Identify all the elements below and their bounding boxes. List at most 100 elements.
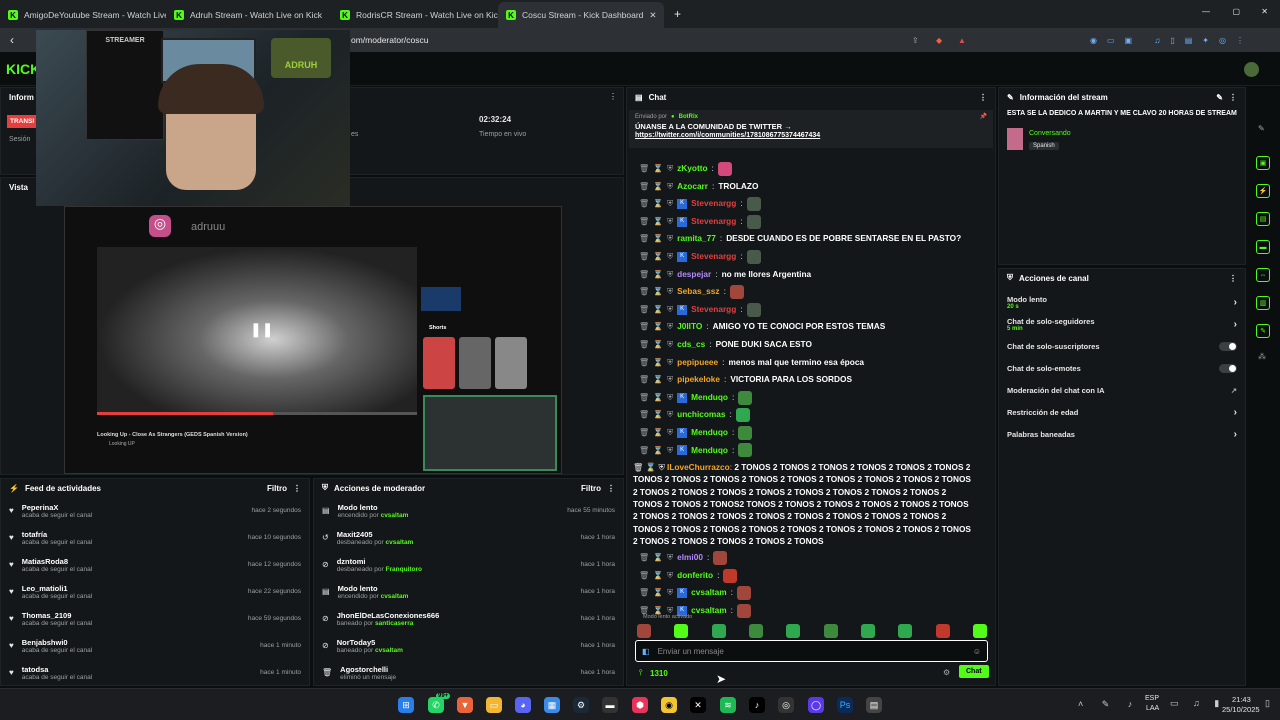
url-text[interactable]: om/moderator/coscu — [351, 35, 428, 45]
mod-action-item[interactable]: ▤ Modo lento encendido por cvsaltam hace 55… — [314, 497, 623, 524]
chat-message[interactable]: 🗑 ⌛ ⛨ K Stevenargg: — [639, 248, 989, 266]
chat-message[interactable]: 🗑 ⌛ ⛨ Sebas_ssz: — [639, 283, 989, 301]
settings-icon[interactable]: ⚙ — [943, 668, 950, 677]
delete-icon[interactable]: 🗑 — [639, 549, 649, 567]
ban-icon[interactable]: ⌛ — [653, 549, 663, 567]
mod-icon[interactable]: ⛨ — [667, 283, 673, 301]
emote-icon[interactable] — [711, 624, 726, 638]
mod-action-item[interactable]: ⊘ NorToday5 baneado por cvsaltam hace 1 hor… — [314, 632, 623, 659]
ban-icon[interactable]: ⌛ — [653, 354, 663, 372]
chat-username[interactable]: despejar — [677, 266, 711, 284]
more-icon[interactable]: ⋮ — [1229, 274, 1237, 283]
system-icons[interactable]: ▭ ♫ ▮ — [1170, 698, 1225, 709]
mod-icon[interactable]: ⛨ — [667, 248, 673, 266]
chat-message[interactable]: 🗑 ⌛ ⛨ pipekeloke: VICTORIA PARA LOS SORDOS — [639, 371, 989, 389]
chat-message[interactable]: 🗑 ⌛ ⛨ despejar: no me llores Argentina — [639, 266, 989, 284]
feed-item[interactable]: ♥ totafría acaba de seguir el canal hace 10… — [1, 524, 309, 551]
mod-icon[interactable]: ⛨ — [667, 178, 673, 196]
maximize-icon[interactable]: ▢ — [1232, 7, 1240, 16]
ban-icon[interactable]: ⌛ — [653, 266, 663, 284]
spotify-icon[interactable]: ≋ — [720, 697, 736, 713]
more-icon[interactable]: ⋮ — [607, 484, 615, 493]
file-explorer-icon[interactable]: ▭ — [486, 697, 502, 713]
chat-username[interactable]: cvsaltam — [691, 602, 727, 620]
channel-action-item[interactable]: Chat de solo-seguidores 5 min › — [999, 313, 1245, 335]
discord-icon[interactable]: ◕ — [515, 697, 531, 713]
chat-message[interactable]: 🗑 ⌛ ⛨ unchicomas: — [639, 406, 989, 424]
mod-icon[interactable]: ⛨ — [667, 424, 673, 442]
app-icon[interactable]: ⬢ — [632, 697, 648, 713]
ban-icon[interactable]: ⌛ — [653, 336, 663, 354]
delete-icon[interactable]: 🗑 — [639, 301, 649, 319]
channel-action-item[interactable]: Chat de solo-emotes — [999, 357, 1245, 379]
delete-icon[interactable]: 🗑 — [639, 371, 649, 389]
feed-username[interactable]: Leo_matioli1 — [22, 584, 92, 593]
browser-tab[interactable]: K RodrisCR Stream - Watch Live on Kick — [332, 2, 498, 28]
emote-icon[interactable] — [972, 624, 987, 638]
feed-username[interactable]: totafría — [22, 530, 92, 539]
x-icon[interactable]: ✕ — [690, 697, 706, 713]
mod-icon[interactable]: ⛨ — [667, 354, 673, 372]
clock-time[interactable]: 21:43 — [1232, 695, 1251, 704]
mod-icon[interactable]: ⛨ — [667, 406, 673, 424]
more-icon[interactable]: ⋮ — [979, 93, 987, 102]
mod-icon[interactable]: ⛨ — [667, 266, 673, 284]
points-icon[interactable]: ⫯ — [639, 668, 642, 678]
feed-item[interactable]: ♥ PeperinaX acaba de seguir el canal hace 2… — [1, 497, 309, 524]
terminal-icon[interactable]: ▬ — [602, 697, 618, 713]
delete-icon[interactable]: 🗑 — [639, 318, 649, 336]
ban-icon[interactable]: ⌛ — [653, 371, 663, 389]
chat-username[interactable]: donferito — [677, 567, 713, 585]
chat-message[interactable]: 🗑 ⌛ ⛨ cds_cs: PONE DUKI SACA ESTO — [639, 336, 989, 354]
mod-action-target[interactable]: Modo lento — [338, 503, 409, 512]
mod-icon[interactable]: ⛨ — [667, 195, 673, 213]
mod-action-item[interactable]: ⊘ JhonElDeLasConexiones666 baneado por san… — [314, 605, 623, 632]
mod-action-by[interactable]: cvsaltam — [375, 647, 403, 654]
delete-icon[interactable]: 🗑 — [639, 354, 649, 372]
feed-username[interactable]: Thomas_2109 — [22, 611, 92, 620]
chevron-right-icon[interactable]: › — [1234, 297, 1237, 308]
chat-username[interactable]: cds_cs — [677, 336, 705, 354]
emote-icon[interactable] — [674, 624, 689, 638]
feed-username[interactable]: tatodsa — [22, 665, 92, 674]
emote-icon[interactable] — [823, 624, 838, 638]
channel-action-item[interactable]: Modo lento 20 s › — [999, 291, 1245, 313]
close-icon[interactable]: ✕ — [649, 10, 656, 21]
emote-icon[interactable] — [637, 624, 651, 638]
chat-message[interactable]: 🗑 ⌛ ⛨ donferito: — [639, 567, 989, 585]
progress-bar[interactable] — [97, 412, 417, 415]
chat-message[interactable]: 🗑 ⌛ ⛨ K Stevenargg: — [639, 213, 989, 231]
chat-username[interactable]: pepipueee — [677, 354, 718, 372]
browser-tab[interactable]: K Adruh Stream - Watch Live on Kick — [166, 2, 332, 28]
feed-item[interactable]: ♥ Leo_matioli1 acaba de seguir el canal hac… — [1, 578, 309, 605]
chat-message[interactable]: 🗑 ⌛ ⛨ K Stevenargg: — [639, 301, 989, 319]
pinned-link[interactable]: https://twitter.com/i/communities/178108… — [635, 132, 987, 139]
new-tab-icon[interactable]: + — [664, 7, 691, 28]
delete-icon[interactable]: 🗑 — [639, 442, 649, 460]
mod-action-by[interactable]: cvsaltam — [386, 539, 414, 546]
mod-action-by[interactable]: cvsaltam — [381, 512, 409, 519]
ban-icon[interactable]: ⌛ — [653, 424, 663, 442]
delete-icon[interactable]: 🗑 — [639, 336, 649, 354]
emote-icon[interactable] — [860, 624, 875, 638]
channel-action-item[interactable]: Palabras baneadas › — [999, 423, 1245, 445]
notifications-icon[interactable]: ▯ — [1265, 698, 1270, 709]
ban-icon[interactable]: ⌛ — [653, 318, 663, 336]
filter-button[interactable]: Filtro — [267, 484, 287, 493]
ban-icon[interactable]: ⌛ — [653, 406, 663, 424]
whatsapp-icon[interactable]: ✆ — [428, 697, 444, 713]
feed-item[interactable]: ♥ Benjabshwi0 acaba de seguir el canal hace… — [1, 632, 309, 659]
ban-icon[interactable]: ⌛ — [653, 195, 663, 213]
emote-icon[interactable] — [786, 624, 801, 638]
chat-username[interactable]: pipekeloke — [677, 371, 720, 389]
mod-icon[interactable]: ⛨ — [667, 213, 673, 231]
mod-icon[interactable]: ⛨ — [667, 301, 673, 319]
ban-icon[interactable]: ⌛ — [653, 213, 663, 231]
mod-icon[interactable]: ⛨ — [667, 389, 673, 407]
delete-icon[interactable]: 🗑 — [639, 406, 649, 424]
ban-icon[interactable]: ⌛ — [653, 248, 663, 266]
chat-username[interactable]: Menduqo — [691, 442, 728, 460]
chat-username[interactable]: Stevenargg — [691, 195, 736, 213]
steam-icon[interactable]: ⚙ — [573, 697, 589, 713]
delete-icon[interactable]: 🗑 — [639, 213, 649, 231]
